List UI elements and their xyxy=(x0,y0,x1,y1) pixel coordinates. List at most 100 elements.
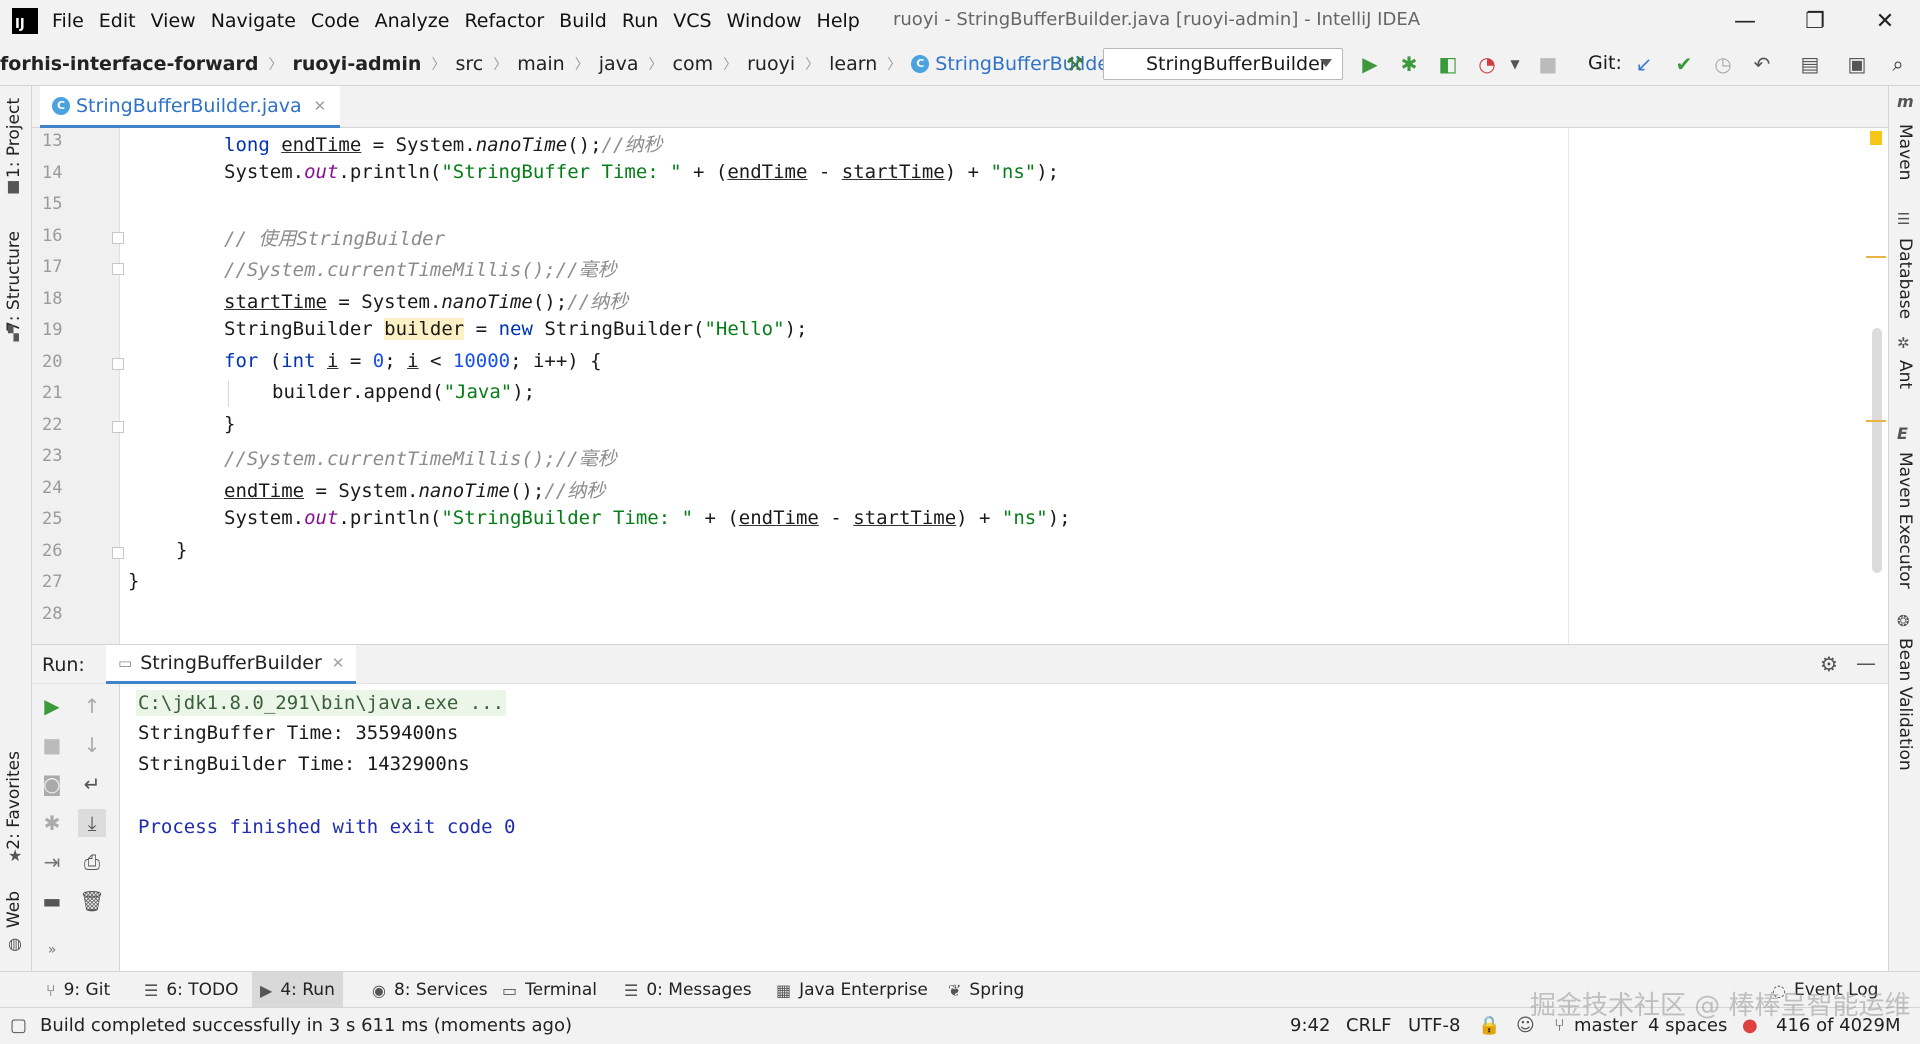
restore-button[interactable]: ❐ xyxy=(1800,6,1830,36)
crumb-project[interactable]: forhis-interface-forward xyxy=(0,53,258,75)
fold-marker-icon[interactable] xyxy=(112,263,124,275)
editor-scrollbar[interactable] xyxy=(1872,328,1882,573)
menu-code[interactable]: Code xyxy=(311,10,360,32)
lock-icon[interactable]: 🔒 xyxy=(1478,1015,1500,1036)
hide-panel-icon[interactable]: — xyxy=(1856,651,1876,675)
code-token: startTime xyxy=(224,291,327,313)
warning-marker-icon[interactable] xyxy=(1870,131,1882,145)
tab-structure[interactable]: 7: Structure xyxy=(4,231,24,332)
editor-tab-file[interactable]: C StringBufferBuilder.java ✕ xyxy=(40,86,341,128)
tab-services[interactable]: ◉ 8: Services xyxy=(364,972,496,1008)
menu-help[interactable]: Help xyxy=(817,10,860,32)
caret-position[interactable]: 9:42 xyxy=(1290,1015,1330,1036)
tab-messages[interactable]: ☰ 0: Messages xyxy=(616,972,760,1008)
crumb-com[interactable]: com xyxy=(673,53,714,75)
tab-terminal[interactable]: ▭ Terminal xyxy=(494,972,605,1008)
stop-icon[interactable]: ■ xyxy=(38,731,66,759)
chevron-right-icon: 〉 xyxy=(648,56,663,73)
coverage-icon[interactable]: ◧ xyxy=(1436,52,1460,76)
tab-git[interactable]: ⑂ 9: Git xyxy=(38,972,118,1008)
debug-bug-icon[interactable]: ✱ xyxy=(38,809,66,837)
stop-icon[interactable]: ■ xyxy=(1536,52,1560,76)
crumb-main[interactable]: main xyxy=(517,53,564,75)
code-token: < xyxy=(418,350,453,372)
tab-run[interactable]: ▶ 4: Run xyxy=(252,972,343,1008)
line-separator[interactable]: CRLF xyxy=(1346,1015,1391,1036)
project-structure-icon[interactable]: ▤ xyxy=(1798,52,1822,76)
code-editor[interactable]: 13 14 15 16 17 18 19 20 21 22 23 24 25 2… xyxy=(32,128,1888,644)
arrow-down-icon[interactable]: ↓ xyxy=(78,731,106,759)
run-console[interactable]: C:\jdk1.8.0_291\bin\java.exe ... StringB… xyxy=(120,684,1888,971)
fold-marker-icon[interactable] xyxy=(112,232,124,244)
status-message[interactable]: Build completed successfully in 3 s 611 … xyxy=(40,1015,572,1036)
close-window-button[interactable]: ✕ xyxy=(1870,6,1900,36)
tab-java-enterprise[interactable]: ▦ Java Enterprise xyxy=(768,972,936,1008)
menu-window[interactable]: Window xyxy=(727,10,802,32)
menu-file[interactable]: File xyxy=(52,10,84,32)
menu-navigate[interactable]: Navigate xyxy=(211,10,296,32)
history-icon[interactable]: ◷ xyxy=(1711,52,1735,76)
rollback-icon[interactable]: ↶ xyxy=(1750,52,1774,76)
crumb-learn[interactable]: learn xyxy=(829,53,877,75)
arrow-up-icon[interactable]: ↑ xyxy=(78,692,106,720)
tab-web[interactable]: Web xyxy=(4,891,24,928)
build-hammer-icon[interactable]: ⚒ xyxy=(1063,52,1087,76)
run-config-select[interactable]: StringBufferBuilder xyxy=(1103,48,1343,80)
menu-run[interactable]: Run xyxy=(622,10,658,32)
fold-marker-icon[interactable] xyxy=(112,421,124,433)
print-icon[interactable]: ⎙ xyxy=(78,848,106,876)
close-tab-icon[interactable]: ✕ xyxy=(314,97,327,115)
close-tab-icon[interactable]: ✕ xyxy=(332,654,345,672)
search-icon[interactable]: ⌕ xyxy=(1886,52,1910,76)
menu-refactor[interactable]: Refactor xyxy=(464,10,544,32)
profile-icon[interactable]: ◔ xyxy=(1475,52,1499,76)
menu-analyze[interactable]: Analyze xyxy=(375,10,450,32)
fold-marker-icon[interactable] xyxy=(112,358,124,370)
tab-spring[interactable]: ❦ Spring xyxy=(940,972,1032,1008)
minimize-button[interactable]: — xyxy=(1730,6,1760,36)
run-label: Run: xyxy=(42,654,85,676)
right-margin-line xyxy=(1568,128,1569,644)
tab-ant[interactable]: Ant xyxy=(1895,360,1915,389)
tab-maven[interactable]: Maven xyxy=(1895,124,1915,180)
trash-icon[interactable]: 🗑 xyxy=(78,887,106,915)
scroll-to-end-icon[interactable]: ⤓ xyxy=(78,809,106,837)
menu-view[interactable]: View xyxy=(151,10,196,32)
tab-maven-executor[interactable]: Maven Executor xyxy=(1895,452,1915,589)
error-stripe-mark[interactable] xyxy=(1866,420,1886,422)
gear-icon[interactable]: ⚙ xyxy=(1820,652,1838,676)
run-icon[interactable]: ▶ xyxy=(1358,52,1382,76)
error-stripe-mark[interactable] xyxy=(1866,256,1886,258)
menu-build[interactable]: Build xyxy=(559,10,607,32)
tab-todo[interactable]: ☰ 6: TODO xyxy=(136,972,247,1008)
code-line-18: startTime = System.nanoTime();//纳秒 xyxy=(224,287,628,314)
chevron-down-icon[interactable]: ▼ xyxy=(1503,52,1527,76)
fold-marker-icon[interactable] xyxy=(112,547,124,559)
run-tab[interactable]: ▭ StringBufferBuilder ✕ xyxy=(106,645,357,684)
debug-icon[interactable]: ✱ xyxy=(1397,52,1421,76)
menu-edit[interactable]: Edit xyxy=(99,10,136,32)
crumb-java[interactable]: java xyxy=(599,53,639,75)
code-token: long xyxy=(224,134,270,156)
crumb-src[interactable]: src xyxy=(455,53,483,75)
tab-favorites[interactable]: 2: Favorites xyxy=(4,751,24,850)
tab-database[interactable]: Database xyxy=(1895,238,1915,319)
exit-icon[interactable]: ⇥ xyxy=(38,848,66,876)
soft-wrap-icon[interactable]: ↵ xyxy=(78,770,106,798)
tab-bean-validation[interactable]: Bean Validation xyxy=(1895,638,1915,771)
rerun-icon[interactable]: ▶ xyxy=(38,692,66,720)
presentation-icon[interactable]: ▣ xyxy=(1845,52,1869,76)
git-update-icon[interactable]: ↙ xyxy=(1632,52,1656,76)
menu-vcs[interactable]: VCS xyxy=(673,10,711,32)
layout-icon[interactable]: ▬ xyxy=(38,887,66,915)
more-icon[interactable]: » xyxy=(38,936,66,964)
crumb-module[interactable]: ruoyi-admin xyxy=(292,53,421,75)
crumb-ruoyi[interactable]: ruoyi xyxy=(747,53,795,75)
code-string: "Java" xyxy=(443,381,513,403)
tab-project[interactable]: 1: Project xyxy=(4,98,24,178)
file-encoding[interactable]: UTF-8 xyxy=(1408,1015,1460,1036)
status-indicator-icon[interactable]: ▢ xyxy=(10,1015,27,1036)
camera-icon[interactable]: ◙ xyxy=(38,770,66,798)
git-commit-icon[interactable]: ✔ xyxy=(1672,52,1696,76)
